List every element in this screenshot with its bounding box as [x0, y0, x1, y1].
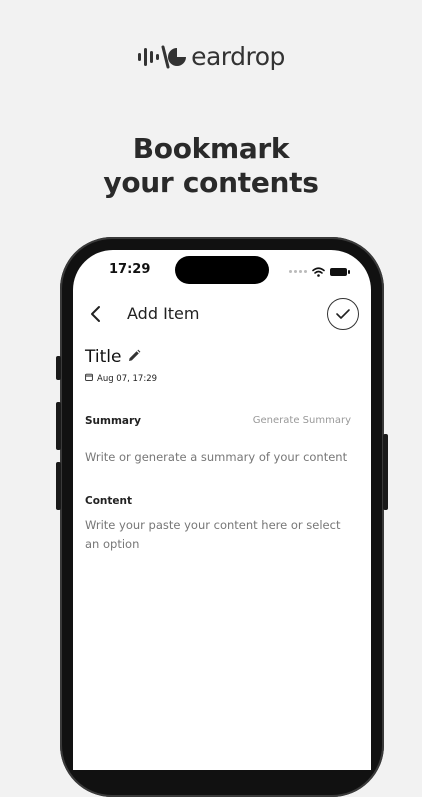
headline: Bookmark your contents: [0, 132, 422, 200]
content-label: Content: [85, 495, 133, 507]
generate-summary-button[interactable]: Generate Summary: [253, 415, 351, 426]
headline-line-2: your contents: [103, 166, 319, 199]
done-button[interactable]: [327, 298, 359, 330]
item-title-row[interactable]: Title: [85, 347, 141, 367]
signal-icon: [289, 270, 307, 273]
battery-icon: [330, 267, 350, 276]
brand-logo: eardrop: [0, 42, 422, 71]
calendar-icon: [85, 373, 93, 384]
phone-volume-down-button: [56, 462, 61, 510]
phone-screen: 17:29 Add Item Title Aug 07, 17:29 Summa…: [73, 250, 371, 770]
pencil-icon[interactable]: [127, 348, 141, 367]
phone-volume-up-button: [56, 402, 61, 450]
item-date-row: Aug 07, 17:29: [85, 373, 157, 384]
summary-input[interactable]: Write or generate a summary of your cont…: [85, 448, 355, 467]
summary-label: Summary: [85, 415, 142, 427]
nav-bar: Add Item: [73, 298, 371, 332]
phone-mute-switch: [56, 356, 61, 380]
headline-line-1: Bookmark: [132, 132, 290, 165]
status-icons: [289, 262, 350, 281]
status-time: 17:29: [109, 262, 151, 277]
brand-name: eardrop: [191, 42, 285, 71]
item-date: Aug 07, 17:29: [97, 373, 158, 384]
soundwave-logo-icon: [137, 43, 187, 71]
dynamic-island: [175, 256, 269, 284]
wifi-icon: [312, 262, 325, 281]
content-input[interactable]: Write your paste your content here or se…: [85, 516, 355, 554]
checkmark-icon: [336, 309, 350, 319]
item-title[interactable]: Title: [85, 347, 121, 367]
back-chevron-icon[interactable]: [87, 304, 107, 324]
page-title: Add Item: [127, 304, 200, 323]
phone-power-button: [383, 434, 388, 510]
